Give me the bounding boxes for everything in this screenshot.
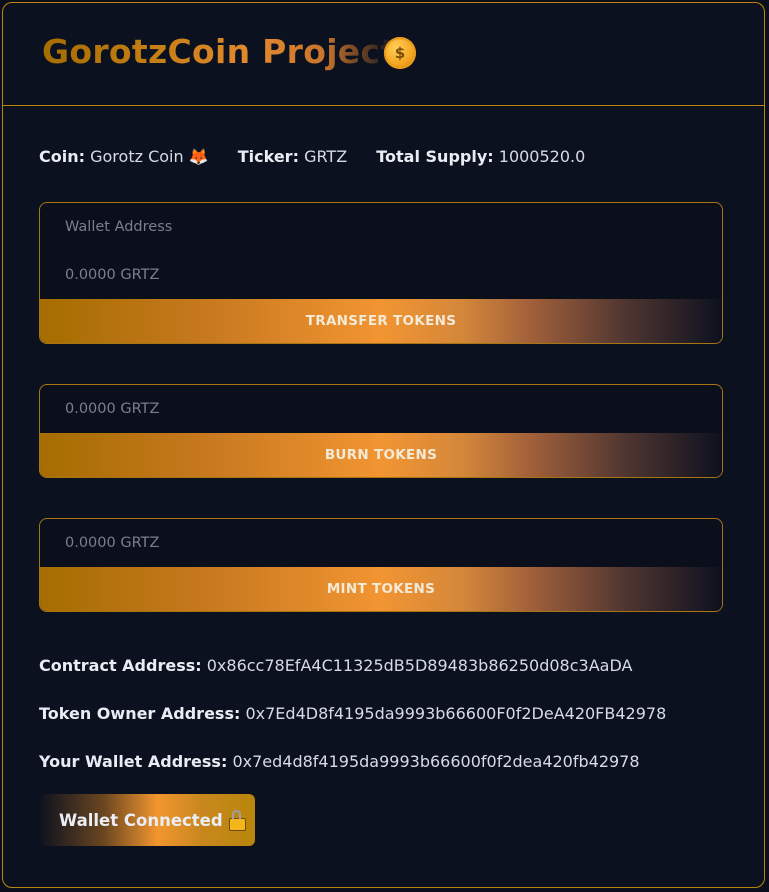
supply-value: 1000520.0 [498,147,586,166]
burn-tokens-button[interactable]: BURN TOKENS [40,433,722,477]
contract-address-label: Contract Address: [39,656,202,675]
coin-value: Gorotz Coin [90,147,184,166]
wallet-address-value: 0x7ed4d8f4195da9993b66600f0f2dea420fb429… [232,752,640,771]
fox-icon: 🦊 [188,147,209,166]
supply-label: Total Supply: [376,147,494,166]
contract-address-row: Contract Address: 0x86cc78EfA4C11325dB5D… [39,656,632,675]
contract-address-value: 0x86cc78EfA4C11325dB5D89483b86250d08c3Aa… [206,656,633,675]
burn-amount-input[interactable]: 0.0000 GRTZ [40,385,722,433]
owner-address-row: Token Owner Address: 0x7Ed4D8f4195da9993… [39,704,666,723]
transfer-card: Wallet Address 0.0000 GRTZ TRANSFER TOKE… [39,202,723,344]
wallet-connected-label: Wallet Connected [59,810,223,830]
mint-tokens-button[interactable]: MINT TOKENS [40,567,722,611]
lock-icon [228,809,246,831]
mint-amount-input[interactable]: 0.0000 GRTZ [40,519,722,567]
owner-address-value: 0x7Ed4D8f4195da9993b66600F0f2DeA420FB429… [245,704,667,723]
burn-card: 0.0000 GRTZ BURN TOKENS [39,384,723,478]
token-info: Coin: Gorotz Coin 🦊 Ticker: GRTZ Total S… [39,147,609,166]
header: GorotzCoin Project $ [3,3,764,106]
coin-info: Coin: Gorotz Coin 🦊 [39,147,214,166]
page-title: GorotzCoin Project [42,32,397,71]
wallet-connected-button[interactable]: Wallet Connected [39,794,255,846]
transfer-tokens-button[interactable]: TRANSFER TOKENS [40,299,722,343]
mint-card: 0.0000 GRTZ MINT TOKENS [39,518,723,612]
wallet-address-input[interactable]: Wallet Address [40,203,722,251]
transfer-amount-input[interactable]: 0.0000 GRTZ [40,251,722,299]
ticker-info: Ticker: GRTZ [238,147,353,166]
wallet-address-label: Your Wallet Address: [39,752,228,771]
coin-icon: $ [384,37,416,69]
coin-label: Coin: [39,147,86,166]
ticker-value: GRTZ [304,147,348,166]
ticker-label: Ticker: [237,147,299,166]
owner-address-label: Token Owner Address: [39,704,241,723]
supply-info: Total Supply: 1000520.0 [376,147,585,166]
wallet-address-row: Your Wallet Address: 0x7ed4d8f4195da9993… [39,752,640,771]
